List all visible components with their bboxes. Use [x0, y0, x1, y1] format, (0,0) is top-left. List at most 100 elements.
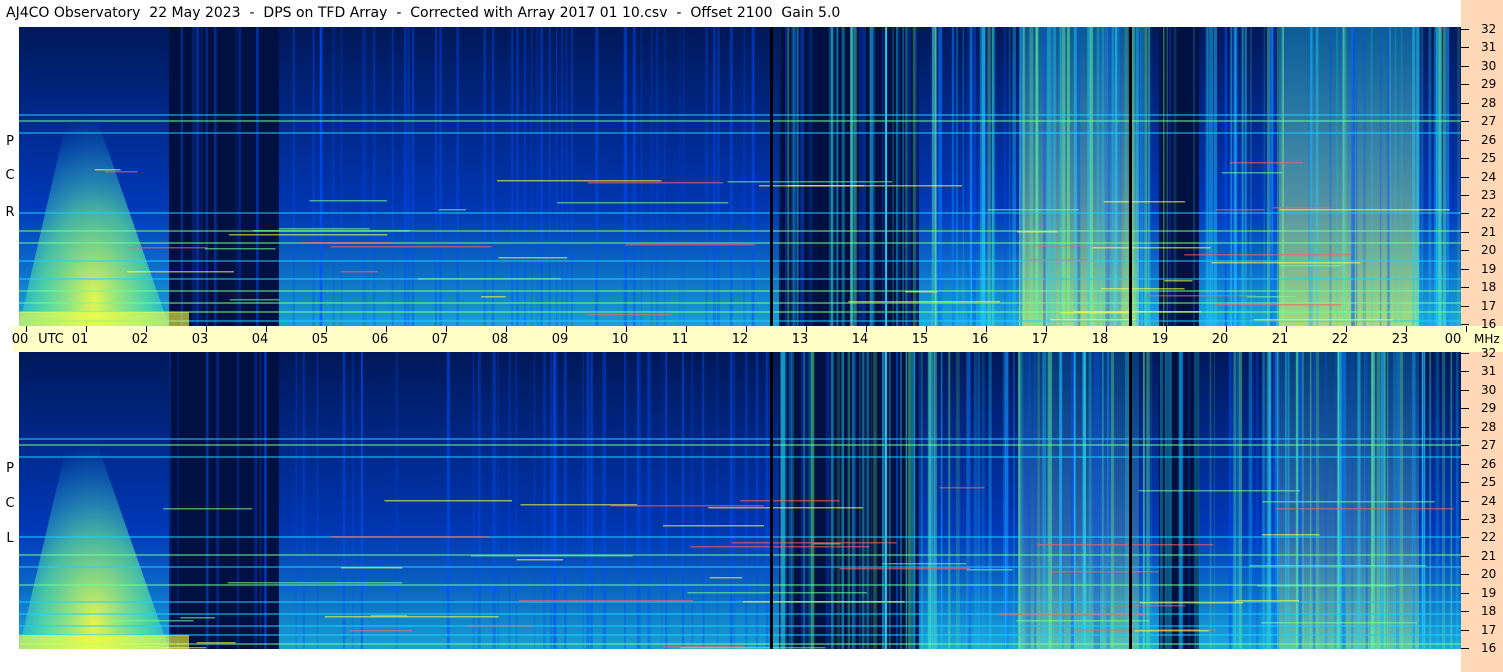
- time-label: 15: [911, 332, 929, 347]
- lcp-streak: [1027, 352, 1031, 649]
- time-tick: [866, 326, 867, 332]
- lcp-streak: [661, 352, 663, 649]
- lcp-band-line: [19, 634, 1461, 636]
- lcp-streak: [1340, 352, 1342, 649]
- lcp-streak: [1070, 352, 1075, 649]
- lcp-band-fragment: [470, 555, 633, 557]
- rcp-streak: [1273, 27, 1277, 326]
- rcp-band-fragment: [1035, 245, 1115, 247]
- lcp-frequency-label: 20: [1481, 567, 1497, 582]
- lcp-streak: [933, 352, 936, 649]
- rcp-frequency-label: 18: [1481, 280, 1497, 295]
- lcp-frequency-tick: [1461, 555, 1469, 557]
- lcp-streak: [861, 352, 866, 649]
- rcp-band-fragment: [727, 181, 893, 183]
- lcp-streak: [1209, 352, 1212, 649]
- lcp-streak: [1101, 352, 1104, 649]
- lcp-band-fragment: [163, 508, 253, 510]
- rcp-band-fragment: [1016, 231, 1058, 233]
- rcp-frequency-tick: [1461, 268, 1469, 270]
- rcp-streak: [853, 27, 857, 326]
- lcp-band-fragment: [1138, 490, 1300, 492]
- rcp-streak: [391, 27, 394, 326]
- rcp-band-line: [19, 290, 1461, 292]
- rcp-band-fragment: [1147, 295, 1256, 297]
- time-tick: [86, 326, 87, 332]
- rcp-band-fragment: [905, 291, 938, 293]
- rcp-streak: [1009, 27, 1011, 326]
- rcp-streak: [1036, 27, 1039, 326]
- lcp-band-line: [19, 566, 1461, 568]
- time-tick: [806, 326, 807, 332]
- rcp-streak: [1276, 27, 1279, 326]
- lcp-streak: [871, 352, 873, 649]
- rcp-streak: [962, 27, 964, 326]
- rcp-letter-p: P: [6, 134, 14, 149]
- lcp-streak: [1042, 352, 1047, 649]
- rcp-streak: [836, 27, 838, 326]
- rcp-streak: [902, 27, 904, 326]
- rcp-streak: [1029, 27, 1034, 326]
- lcp-bottom-glow: [19, 635, 189, 649]
- lcp-streak: [1301, 352, 1304, 649]
- rcp-frequency-tick: [1461, 29, 1469, 30]
- rcp-streak: [967, 27, 971, 326]
- rcp-frequency-label: 22: [1481, 206, 1497, 221]
- rcp-streak: [892, 27, 894, 326]
- lcp-streak: [295, 352, 298, 649]
- lcp-band-fragment: [680, 647, 826, 649]
- rcp-frequency-tick: [1461, 158, 1469, 160]
- rcp-streak: [434, 27, 437, 326]
- lcp-streak: [913, 352, 916, 649]
- lcp-band-fragment: [1275, 508, 1454, 510]
- time-label: 07: [431, 332, 449, 347]
- rcp-streak: [1386, 27, 1391, 326]
- lcp-streak: [841, 352, 845, 649]
- time-tick: [146, 326, 147, 332]
- lcp-bright-line: [885, 352, 887, 649]
- time-tick: [26, 326, 27, 332]
- rcp-streak: [1379, 27, 1382, 326]
- lcp-band-fragment: [518, 600, 694, 602]
- time-label: 19: [1151, 332, 1169, 347]
- time-label: 16: [971, 332, 989, 347]
- lcp-band-fragment: [324, 616, 499, 618]
- lcp-band-fragment: [1261, 534, 1320, 536]
- lcp-streak: [948, 352, 951, 649]
- rcp-streak: [1059, 27, 1062, 326]
- rcp-streak: [987, 27, 991, 326]
- lcp-streak: [1213, 352, 1216, 649]
- rcp-streak: [655, 27, 659, 326]
- rcp-streak: [1061, 27, 1066, 326]
- lcp-band-fragment: [709, 577, 743, 579]
- lcp-band-line: [19, 456, 1461, 458]
- lcp-band-fragment: [998, 614, 1148, 616]
- lcp-streak: [1277, 352, 1279, 649]
- lcp-streak: [906, 352, 908, 649]
- lcp-frequency-label: 32: [1481, 346, 1497, 360]
- rcp-frequency-label: 28: [1481, 95, 1497, 110]
- rcp-streak: [516, 27, 519, 326]
- lcp-streak: [260, 352, 262, 649]
- time-tick: [506, 326, 507, 332]
- rcp-streak: [908, 27, 912, 326]
- rcp-frequency-tick: [1461, 139, 1469, 141]
- rcp-streak: [403, 27, 406, 326]
- rcp-streak: [850, 27, 853, 326]
- rcp-streak: [682, 27, 685, 326]
- lcp-streak: [729, 352, 732, 649]
- time-label: 22: [1331, 332, 1349, 347]
- rcp-streak: [238, 27, 242, 326]
- lcp-streak: [1142, 352, 1145, 649]
- rcp-band-fragment: [1253, 319, 1394, 321]
- rcp-streak: [650, 27, 653, 326]
- rcp-streak: [793, 27, 797, 326]
- rcp-streak: [540, 27, 543, 326]
- rcp-streak: [752, 27, 755, 326]
- rcp-frequency-tick: [1461, 250, 1469, 252]
- lcp-frequency-tick: [1461, 389, 1469, 391]
- lcp-streak: [1194, 352, 1196, 649]
- lcp-streak: [691, 352, 694, 649]
- rcp-streak: [951, 27, 955, 326]
- lcp-streak: [1073, 352, 1076, 649]
